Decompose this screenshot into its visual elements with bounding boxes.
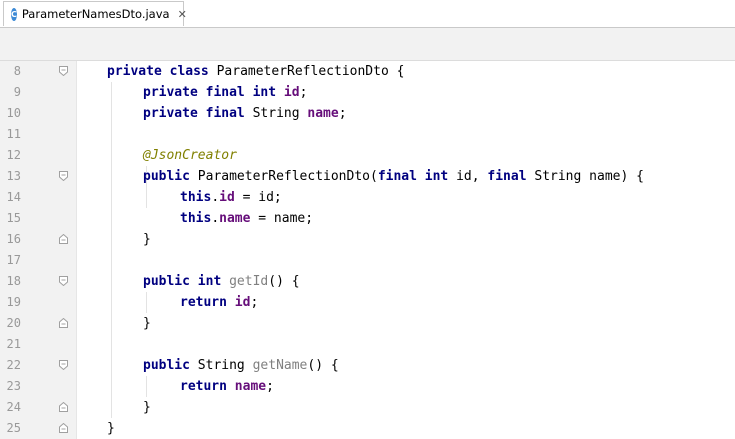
- code-line: 17: [0, 250, 735, 271]
- editor-tab-bar: C ParameterNamesDto.java ✕: [0, 0, 735, 28]
- line-number: 16: [6, 232, 21, 246]
- line-number: 9: [13, 85, 21, 99]
- line-number: 19: [6, 295, 21, 309]
- line-number: 13: [6, 169, 21, 183]
- code-text: public String getName() {: [143, 358, 339, 373]
- code-line: 18 public int getId() {: [0, 271, 735, 292]
- fold-open-icon[interactable]: [59, 171, 68, 181]
- line-number: 23: [6, 379, 21, 393]
- line-number: 17: [6, 253, 21, 267]
- code-line: 15 this.name = name;: [0, 208, 735, 229]
- code-line: 8 private class ParameterReflectionDto {: [0, 61, 735, 82]
- line-number: 22: [6, 358, 21, 372]
- file-tab-label: ParameterNamesDto.java: [21, 7, 170, 21]
- fold-open-icon[interactable]: [59, 66, 68, 76]
- code-line: 9 private final int id;: [0, 82, 735, 103]
- code-line: 20 }: [0, 313, 735, 334]
- fold-close-icon[interactable]: [59, 234, 68, 244]
- code-text: }: [143, 316, 151, 331]
- code-line: 13 public ParameterReflectionDto(final i…: [0, 166, 735, 187]
- line-number: 24: [6, 400, 21, 414]
- editor-toolbar-strip: [0, 28, 735, 61]
- code-text: }: [107, 421, 115, 436]
- line-number: 10: [6, 106, 21, 120]
- file-tab[interactable]: C ParameterNamesDto.java ✕: [3, 1, 187, 26]
- code-line: 21: [0, 334, 735, 355]
- fold-open-icon[interactable]: [59, 360, 68, 370]
- code-text: return id;: [180, 295, 259, 310]
- line-number: 14: [6, 190, 21, 204]
- code-line: 14 this.id = id;: [0, 187, 735, 208]
- code-text: }: [143, 400, 151, 415]
- code-text: }: [143, 232, 151, 247]
- code-text: this.name = name;: [180, 211, 314, 226]
- line-number: 15: [6, 211, 21, 225]
- code-line: 19 return id;: [0, 292, 735, 313]
- close-tab-icon[interactable]: ✕: [178, 8, 187, 21]
- code-editor[interactable]: 8 private class ParameterReflectionDto {…: [0, 61, 735, 439]
- code-text: this.id = id;: [180, 190, 282, 205]
- code-line: 10 private final String name;: [0, 103, 735, 124]
- code-text: return name;: [180, 379, 274, 394]
- code-text: private final String name;: [143, 106, 347, 121]
- line-number: 25: [6, 421, 21, 435]
- line-number: 11: [6, 127, 21, 141]
- code-text: @JsonCreator: [143, 148, 237, 163]
- code-line: 16 }: [0, 229, 735, 250]
- line-number: 12: [6, 148, 21, 162]
- code-line: 12 @JsonCreator: [0, 145, 735, 166]
- code-text: public int getId() {: [143, 274, 300, 289]
- fold-close-icon[interactable]: [59, 402, 68, 412]
- fold-close-icon[interactable]: [59, 423, 68, 433]
- code-text: private final int id;: [143, 85, 308, 100]
- java-class-icon: C: [11, 7, 17, 21]
- line-number: 21: [6, 337, 21, 351]
- code-line: 24 }: [0, 397, 735, 418]
- code-line: 11: [0, 124, 735, 145]
- code-line: 22 public String getName() {: [0, 355, 735, 376]
- fold-open-icon[interactable]: [59, 276, 68, 286]
- fold-close-icon[interactable]: [59, 318, 68, 328]
- code-text: public ParameterReflectionDto(final int …: [143, 169, 644, 184]
- code-line: 25 }: [0, 418, 735, 439]
- code-text: private class ParameterReflectionDto {: [107, 64, 405, 79]
- line-number: 8: [13, 64, 21, 78]
- code-line: 23 return name;: [0, 376, 735, 397]
- line-number: 20: [6, 316, 21, 330]
- line-number: 18: [6, 274, 21, 288]
